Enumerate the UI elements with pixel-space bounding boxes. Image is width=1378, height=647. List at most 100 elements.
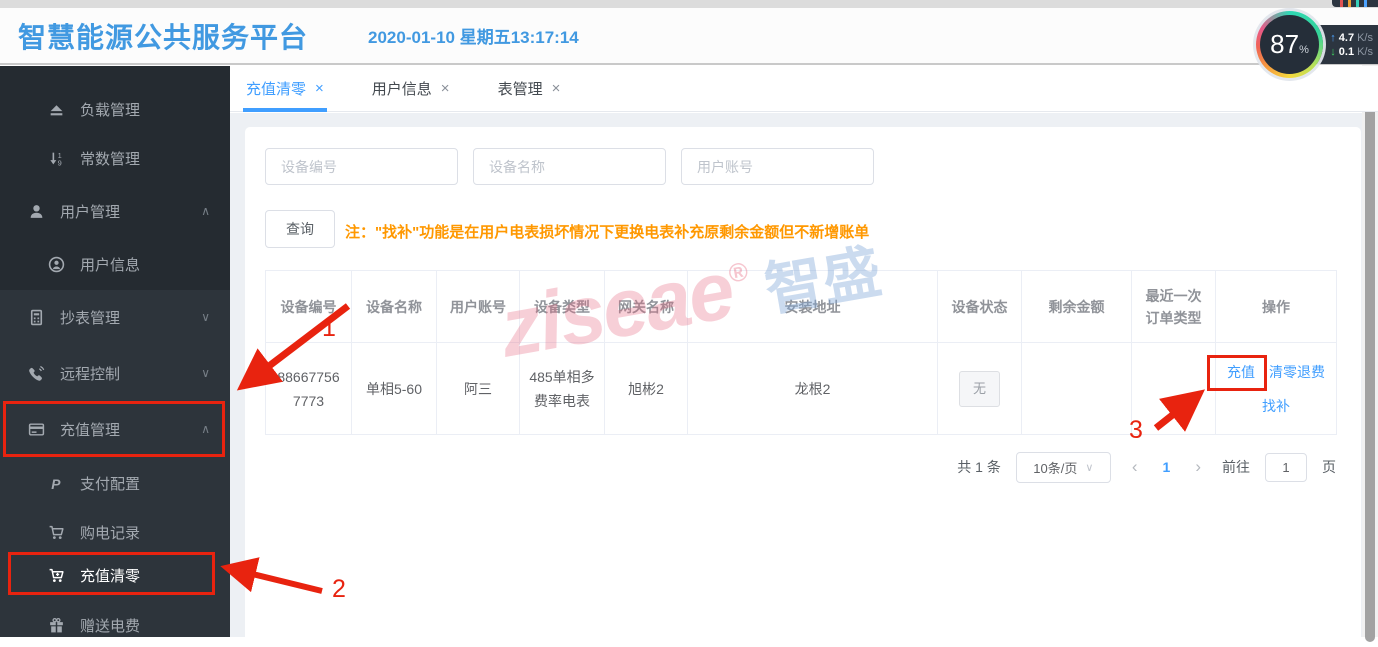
sidebar: 负载管理 19 常数管理 用户管理 ∧ 用户信息 抄表管理 ∨ 远程控制 ∨ 充…: [0, 66, 230, 637]
sidebar-group-remote-control[interactable]: 远程控制 ∨: [0, 351, 230, 395]
sidebar-item-recharge-reset[interactable]: 充值清零: [0, 553, 230, 597]
table-header-row: 设备编号 设备名称 用户账号 设备类型 网关名称 安装地址 设备状态 剩余金额 …: [266, 271, 1337, 343]
gift-icon: [48, 617, 65, 634]
gauge-inner: 87 %: [1260, 15, 1319, 74]
cell-device-name: 单相5-60: [352, 343, 437, 435]
close-icon[interactable]: ×: [441, 80, 450, 97]
page-label: 页: [1322, 457, 1336, 477]
close-icon[interactable]: ×: [552, 80, 561, 97]
sidebar-item-gift-electricity[interactable]: 赠送电费: [0, 603, 230, 647]
tab-label: 表管理: [498, 78, 543, 99]
col-gateway: 网关名称: [605, 271, 688, 343]
credit-card-icon: [28, 421, 45, 438]
tab-recharge-reset[interactable]: 充值清零 ×: [243, 66, 327, 112]
chevron-down-icon: ∨: [201, 366, 210, 380]
tab-meter-management[interactable]: 表管理 ×: [495, 66, 564, 112]
compensate-action-link[interactable]: 找补: [1262, 398, 1290, 414]
page-number-1[interactable]: 1: [1159, 459, 1175, 475]
sidebar-item-label: 购电记录: [80, 522, 140, 543]
download-arrow-icon: ↓: [1330, 46, 1336, 58]
sidebar-item-label: 赠送电费: [80, 615, 140, 636]
reset-refund-action-link[interactable]: 清零退费: [1269, 360, 1325, 384]
user-account-input[interactable]: [681, 148, 874, 185]
sidebar-item-load-management[interactable]: 负载管理: [0, 87, 230, 131]
eject-icon: [48, 101, 65, 118]
sort-numeric-icon: 19: [48, 150, 65, 167]
cell-actions: 充值 清零退费 找补: [1216, 343, 1337, 435]
upload-arrow-icon: ↑: [1330, 32, 1336, 44]
sidebar-item-label: 用户管理: [60, 201, 120, 222]
sidebar-item-purchase-records[interactable]: 购电记录: [0, 510, 230, 554]
sidebar-group-user-management[interactable]: 用户管理 ∧: [0, 189, 230, 233]
close-icon[interactable]: ×: [315, 80, 324, 97]
status-badge[interactable]: 无: [959, 371, 1000, 407]
tab-user-info[interactable]: 用户信息 ×: [369, 66, 453, 112]
chevron-up-icon: ∧: [201, 204, 210, 218]
sidebar-item-label: 常数管理: [80, 148, 140, 169]
col-status: 设备状态: [938, 271, 1022, 343]
usage-gauge[interactable]: 87 %: [1256, 11, 1323, 78]
col-address: 安装地址: [688, 271, 938, 343]
user-circle-icon: [48, 256, 65, 273]
query-button[interactable]: 查询: [265, 210, 335, 248]
cart-icon: [48, 524, 65, 541]
cell-last-order-type: [1132, 343, 1216, 435]
pagination: 共 1 条 10条/页 ∨ ‹ 1 › 前往 页: [265, 450, 1336, 484]
user-icon: [28, 203, 45, 220]
sidebar-item-label: 用户信息: [80, 254, 140, 275]
device-name-input[interactable]: [473, 148, 666, 185]
col-balance: 剩余金额: [1022, 271, 1132, 343]
page-size-value: 10条/页: [1033, 458, 1077, 477]
chevron-down-icon: ∨: [1085, 461, 1093, 474]
app-title: 智慧能源公共服务平台: [18, 16, 308, 56]
cell-status: 无: [938, 343, 1022, 435]
paypal-icon: P: [48, 475, 65, 492]
scrollbar-thumb[interactable]: [1365, 68, 1375, 642]
next-page-button[interactable]: ›: [1189, 457, 1207, 477]
svg-text:P: P: [51, 475, 61, 491]
sidebar-item-label: 抄表管理: [60, 307, 120, 328]
prev-page-button[interactable]: ‹: [1126, 457, 1144, 477]
sidebar-group-recharge-management[interactable]: 充值管理 ∧: [0, 407, 230, 451]
cell-device-type: 485单相多费率电表: [520, 343, 605, 435]
phone-icon: [28, 365, 45, 382]
col-actions: 操作: [1216, 271, 1337, 343]
widget-mini-strip: [1332, 0, 1378, 7]
upload-speed-value: 4.7: [1339, 32, 1354, 44]
sidebar-item-label: 支付配置: [80, 473, 140, 494]
recharge-action-link[interactable]: 充值: [1227, 360, 1255, 384]
tab-bar: 充值清零 × 用户信息 × 表管理 ×: [230, 66, 1378, 112]
header-datetime: 2020-01-10 星期五13:17:14: [368, 23, 579, 48]
download-speed-unit: K/s: [1357, 46, 1373, 58]
sidebar-item-payment-config[interactable]: P 支付配置: [0, 461, 230, 505]
download-speed-value: 0.1: [1339, 46, 1354, 58]
cell-address: 龙根2: [688, 343, 938, 435]
app-header: 智慧能源公共服务平台 2020-01-10 星期五13:17:14: [0, 8, 1378, 65]
sidebar-item-label: 远程控制: [60, 363, 120, 384]
col-last-order-type: 最近一次订单类型: [1132, 271, 1216, 343]
sidebar-item-constant-management[interactable]: 19 常数管理: [0, 136, 230, 180]
col-account: 用户账号: [437, 271, 520, 343]
col-device-type: 设备类型: [520, 271, 605, 343]
sidebar-item-user-info[interactable]: 用户信息: [0, 242, 230, 286]
sidebar-item-label: 充值管理: [60, 419, 120, 440]
meter-icon: [28, 309, 45, 326]
window-top-strip: [0, 0, 1378, 8]
col-device-name: 设备名称: [352, 271, 437, 343]
col-device-no: 设备编号: [266, 271, 352, 343]
upload-speed-unit: K/s: [1357, 32, 1373, 44]
cell-device-no: 886677567773: [266, 343, 352, 435]
goto-label: 前往: [1222, 457, 1250, 477]
table-row: 886677567773 单相5-60 阿三 485单相多费率电表 旭彬2 龙根…: [266, 343, 1337, 435]
cell-balance: [1022, 343, 1132, 435]
sidebar-group-meter-reading[interactable]: 抄表管理 ∨: [0, 295, 230, 339]
svg-text:9: 9: [58, 158, 62, 166]
gauge-percent-value: 87: [1270, 29, 1299, 60]
page-size-select[interactable]: 10条/页 ∨: [1016, 452, 1111, 483]
tab-label: 充值清零: [246, 78, 306, 99]
device-no-input[interactable]: [265, 148, 458, 185]
chevron-down-icon: ∨: [201, 310, 210, 324]
cell-account: 阿三: [437, 343, 520, 435]
pagination-total: 共 1 条: [957, 457, 1001, 477]
goto-page-input[interactable]: [1265, 453, 1307, 482]
